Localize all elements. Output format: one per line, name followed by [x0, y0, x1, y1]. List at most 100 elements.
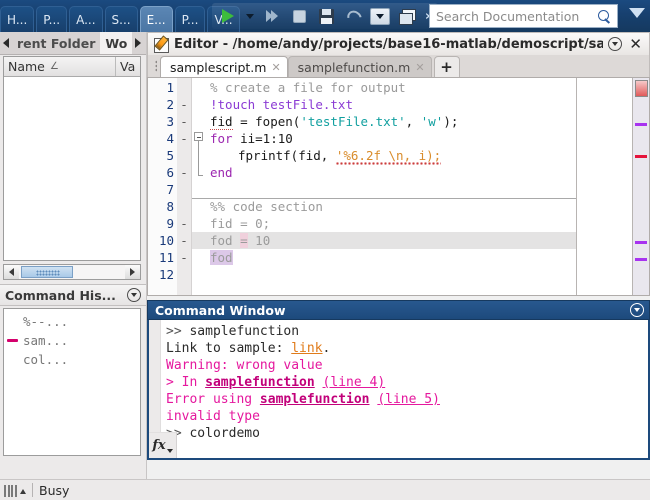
command-output-link[interactable]: samplefunction	[260, 392, 370, 407]
code-line-11[interactable]: fod	[192, 249, 576, 266]
history-item[interactable]: col...	[4, 350, 140, 369]
workspace-horizontal-scrollbar[interactable]	[3, 264, 141, 280]
command-history-options-icon[interactable]	[127, 288, 141, 302]
history-marker	[7, 338, 23, 343]
code-analyzer-status-indicator[interactable]	[635, 80, 648, 97]
breakpoint-slot[interactable]: -	[177, 96, 191, 113]
status-grip-icon[interactable]	[4, 484, 26, 497]
column-header-value[interactable]: Va	[116, 57, 139, 76]
line-number: 11	[158, 250, 174, 265]
command-output-link[interactable]: link	[291, 341, 322, 356]
code-line-4[interactable]: for ii=1:10	[192, 130, 576, 147]
history-item[interactable]: %--...	[4, 312, 140, 331]
run-options-dropdown[interactable]	[243, 4, 257, 28]
command-window-body[interactable]: >> samplefunction Link to sample: link. Wa…	[147, 320, 650, 460]
tab-current-folder[interactable]: rent Folder	[12, 32, 101, 54]
status-bar: Busy	[0, 479, 650, 500]
code-token-comment: % create a file for output	[210, 80, 406, 95]
close-icon[interactable]: ✕	[415, 61, 424, 74]
layout-button[interactable]	[395, 4, 419, 28]
breakpoint-slot[interactable]: -	[177, 232, 191, 249]
breakpoint-slot[interactable]	[177, 266, 191, 283]
sort-ascending-icon: ∠	[49, 61, 59, 72]
command-output-line: >> colordemo	[166, 425, 648, 442]
code-area[interactable]: % create a file for output !touch testFi…	[192, 78, 576, 295]
ribbon-tab-5[interactable]: P...	[174, 6, 206, 32]
code-line-12[interactable]	[192, 266, 576, 283]
code-line-8[interactable]: %% code section	[192, 198, 576, 215]
ribbon-tab-4[interactable]: E...	[139, 6, 173, 32]
tab-scroll-right-button[interactable]	[132, 32, 145, 54]
ribbon-collapse-chevron-icon[interactable]	[629, 8, 645, 18]
scrollbar-thumb[interactable]	[21, 266, 73, 278]
scroll-right-button[interactable]	[125, 265, 140, 279]
analyzer-marker[interactable]	[635, 155, 647, 158]
analyzer-marker[interactable]	[635, 123, 647, 126]
search-input[interactable]	[436, 8, 598, 24]
line-number: 2	[166, 97, 174, 112]
breakpoint-slot[interactable]: -	[177, 113, 191, 130]
scroll-left-button[interactable]	[4, 265, 19, 279]
dropdown-box-icon	[370, 7, 390, 25]
code-line-2[interactable]: !touch testFile.txt	[192, 96, 576, 113]
command-window-title: Command Window	[155, 302, 286, 318]
editor-close-button[interactable]: ✕	[627, 36, 644, 52]
line-number: 1	[166, 80, 174, 95]
ribbon-tab-0[interactable]: H...	[0, 6, 35, 32]
search-documentation-box[interactable]	[429, 4, 618, 28]
ribbon-tab-2[interactable]: A...	[69, 6, 103, 32]
scroll-right-icon	[130, 268, 135, 276]
undo-button[interactable]	[341, 4, 365, 28]
code-line-6[interactable]: end	[192, 164, 576, 181]
editor-tab-samplefunction[interactable]: samplefunction.m ✕	[287, 56, 432, 77]
code-line-3[interactable]: fid = fopen('testFile.txt', 'w');	[192, 113, 576, 130]
code-line-9[interactable]: fid = 0;	[192, 215, 576, 232]
column-header-name[interactable]: Name ∠	[4, 57, 116, 76]
workspace-table-body[interactable]	[4, 77, 140, 260]
ribbon-tab-1[interactable]: P...	[36, 6, 68, 32]
command-window-output[interactable]: >> samplefunction Link to sample: link. Wa…	[161, 320, 648, 458]
ribbon-tab-3[interactable]: S...	[104, 6, 138, 32]
code-line-5[interactable]: fprintf(fid, '%6.2f \n, i);	[192, 147, 576, 167]
command-window-options-icon[interactable]	[630, 303, 644, 317]
breakpoint-slot[interactable]	[177, 147, 191, 164]
analyzer-marker[interactable]	[635, 241, 647, 244]
command-output-link[interactable]: (line 4)	[323, 375, 386, 390]
breakpoint-gutter[interactable]: -------	[177, 78, 192, 295]
code-analyzer-marker-bar[interactable]	[632, 78, 649, 295]
command-window-title-bar: Command Window	[147, 300, 650, 320]
history-item[interactable]: sam...	[4, 331, 140, 350]
code-line-7[interactable]	[192, 181, 576, 198]
scrollbar-track[interactable]	[19, 265, 125, 279]
command-history-list[interactable]: %--... sam... col...	[3, 308, 141, 456]
breakpoint-slot[interactable]	[177, 198, 191, 215]
line-number-gutter: 1 2 3 4 5 6 7 8 9 10 11 12	[148, 78, 177, 295]
tab-strip-grip[interactable]	[151, 55, 160, 77]
new-tab-button[interactable]: +	[433, 56, 460, 77]
command-output-link[interactable]: (line 5)	[377, 392, 440, 407]
breakpoint-slot[interactable]	[177, 181, 191, 198]
breakpoint-slot[interactable]	[177, 79, 191, 96]
breakpoint-slot[interactable]: -	[177, 164, 191, 181]
tab-workspace[interactable]: Wo	[100, 32, 133, 54]
breakpoint-slot[interactable]: -	[177, 130, 191, 147]
editor-options-icon[interactable]	[608, 37, 623, 51]
breakpoint-slot[interactable]: -	[177, 249, 191, 266]
code-line-10[interactable]: fod = 10	[192, 232, 576, 249]
step-forward-button[interactable]	[260, 4, 284, 28]
command-output-line: > In samplefunction (line 4)	[166, 374, 648, 391]
command-output-text	[315, 375, 323, 390]
code-line-1[interactable]: % create a file for output	[192, 79, 576, 96]
close-icon[interactable]: ✕	[271, 61, 280, 74]
stop-button[interactable]	[287, 4, 311, 28]
breakpoint-slot[interactable]: -	[177, 215, 191, 232]
run-button[interactable]	[216, 4, 240, 28]
save-button[interactable]	[314, 4, 338, 28]
function-browser-button[interactable]: fx	[149, 432, 177, 458]
ribbon-tab-label: P...	[181, 12, 199, 27]
editor-tab-samplescript[interactable]: samplescript.m ✕	[160, 56, 288, 77]
undo-history-dropdown[interactable]	[368, 4, 392, 28]
analyzer-marker[interactable]	[635, 258, 647, 261]
tab-scroll-left-button[interactable]	[0, 32, 12, 54]
command-output-link[interactable]: samplefunction	[205, 375, 315, 390]
